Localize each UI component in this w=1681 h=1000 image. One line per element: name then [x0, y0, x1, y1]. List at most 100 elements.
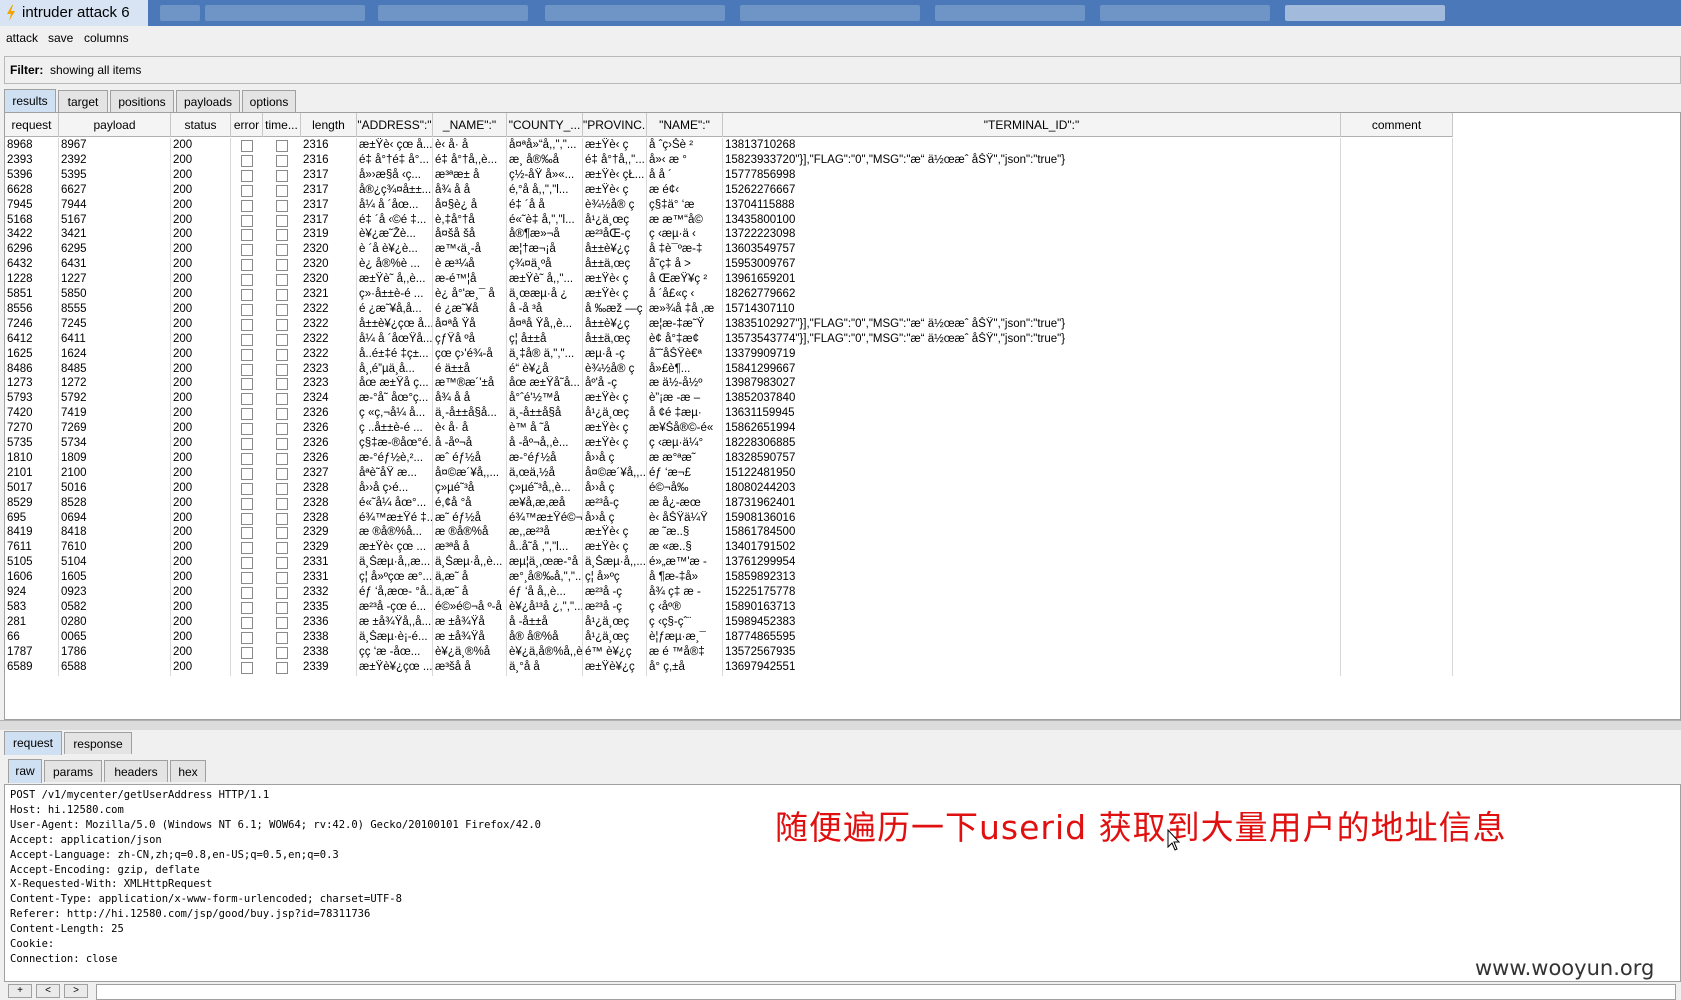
table-row[interactable]: 1625 1624 200 2322 å..é±‡é ‡ç±... çœ ç›'é¾-å ä…: [5, 346, 1560, 363]
table-row[interactable]: 6589 6588 200 2339 æ±Ÿè¥¿çœ ... æ³šå å ä¸°å åæ…: [5, 659, 1560, 676]
error-checkbox[interactable]: [241, 482, 253, 495]
timeout-checkbox[interactable]: [276, 527, 288, 540]
error-checkbox[interactable]: [241, 229, 253, 242]
table-row[interactable]: 8419 8418 200 2329 æ ®å®%å... æ ®å®%å æ,,æ²³å æ…: [5, 525, 1560, 542]
comment-cell[interactable]: [1341, 614, 1453, 631]
comment-cell[interactable]: [1341, 376, 1453, 393]
error-checkbox[interactable]: [241, 363, 253, 376]
tab-params[interactable]: params: [44, 760, 102, 782]
column-header[interactable]: payload: [59, 113, 171, 137]
error-checkbox[interactable]: [241, 140, 253, 152]
timeout-checkbox[interactable]: [276, 601, 288, 614]
error-checkbox[interactable]: [241, 601, 253, 614]
comment-cell[interactable]: [1341, 555, 1453, 572]
comment-cell[interactable]: [1341, 495, 1453, 512]
timeout-checkbox[interactable]: [276, 542, 288, 555]
comment-cell[interactable]: [1341, 316, 1453, 333]
timeout-checkbox[interactable]: [276, 557, 288, 570]
table-row[interactable]: 5735 5734 200 2326 ç§‡æ-®åœ°é... å -åº¬å å -åº…: [5, 436, 1560, 452]
error-checkbox[interactable]: [241, 393, 253, 406]
previous-button[interactable]: <: [36, 984, 60, 998]
table-row[interactable]: 5396 5395 200 2317 å»›æ§å ‹ç... æ³ªæ± å ç½-å­Ÿ…: [5, 167, 1560, 184]
error-checkbox[interactable]: [241, 348, 253, 361]
timeout-checkbox[interactable]: [276, 497, 288, 510]
column-header[interactable]: error: [231, 113, 263, 137]
tab-target[interactable]: target: [58, 90, 108, 112]
comment-cell[interactable]: [1341, 197, 1453, 214]
error-checkbox[interactable]: [241, 661, 253, 674]
comment-cell[interactable]: [1341, 331, 1453, 348]
table-row[interactable]: 6432 6431 200 2320 è¿ å®%è ... è æ³¼å ç¾¤ä¸ºå å…: [5, 257, 1560, 274]
error-checkbox[interactable]: [241, 184, 253, 197]
timeout-checkbox[interactable]: [276, 259, 288, 272]
comment-cell[interactable]: [1341, 585, 1453, 601]
column-header[interactable]: "NAME":": [647, 113, 723, 137]
tab-results[interactable]: results: [4, 89, 56, 113]
table-row[interactable]: 6628 6627 200 2317 å®¿ç¾¤å±±... å¾ å å é‚°å å,…: [5, 182, 1560, 199]
error-checkbox[interactable]: [241, 631, 253, 644]
table-row[interactable]: 583 0582 200 2335 æ²³å -çœ é... é©»é©¬å º-å è¥…: [5, 599, 1560, 616]
add-button[interactable]: +: [8, 984, 32, 998]
next-button[interactable]: >: [64, 984, 88, 998]
table-row[interactable]: 7420 7419 200 2326 ç «ç,¬å¼ å... ä¸-å±±å§å...…: [5, 406, 1560, 423]
table-row[interactable]: 1228 1227 200 2320 æ±Ÿè˜ å,,è... æ-é™¦å æ±Ÿè˜ …: [5, 272, 1560, 289]
timeout-checkbox[interactable]: [276, 423, 288, 436]
timeout-checkbox[interactable]: [276, 616, 288, 629]
comment-cell[interactable]: [1341, 599, 1453, 616]
table-row[interactable]: 1606 1605 200 2331 ç¦ å»ºçœ æ°... ä,æ˜ å æ°¸å®…: [5, 570, 1560, 587]
table-row[interactable]: 8486 8485 200 2323 å¸‚é”µä¸å... é ä±±å é“ è¥¿å…: [5, 361, 1560, 378]
comment-cell[interactable]: [1341, 346, 1453, 363]
error-checkbox[interactable]: [241, 259, 253, 272]
tab-raw[interactable]: raw: [8, 759, 42, 783]
comment-cell[interactable]: [1341, 480, 1453, 497]
search-input[interactable]: [96, 984, 1676, 1000]
menu-save[interactable]: save: [48, 31, 73, 45]
column-header[interactable]: time...: [263, 113, 301, 137]
error-checkbox[interactable]: [241, 587, 253, 599]
error-checkbox[interactable]: [241, 497, 253, 510]
error-checkbox[interactable]: [241, 303, 253, 316]
comment-cell[interactable]: [1341, 465, 1453, 482]
error-checkbox[interactable]: [241, 169, 253, 182]
column-header[interactable]: "PROVINC...: [583, 113, 647, 137]
error-checkbox[interactable]: [241, 527, 253, 540]
tab-hex[interactable]: hex: [170, 760, 206, 782]
comment-cell[interactable]: [1341, 525, 1453, 542]
table-row[interactable]: 2101 2100 200 2327 åªè˜åŸ æ... å¤©æ´¥å,,... ä,…: [5, 465, 1560, 482]
tab-positions[interactable]: positions: [110, 90, 174, 112]
comment-cell[interactable]: [1341, 421, 1453, 438]
error-checkbox[interactable]: [241, 289, 253, 301]
comment-cell[interactable]: [1341, 167, 1453, 184]
timeout-checkbox[interactable]: [276, 214, 288, 227]
tab-headers[interactable]: headers: [104, 760, 168, 782]
timeout-checkbox[interactable]: [276, 303, 288, 316]
timeout-checkbox[interactable]: [276, 438, 288, 450]
table-row[interactable]: 6412 6411 200 2322 å¼ å ´åœŸå... çƒŸå ºå ç¦ å±…: [5, 331, 1560, 348]
timeout-checkbox[interactable]: [276, 274, 288, 287]
table-row[interactable]: 66 0065 200 2338 ä¸Šæµ·è¡-é... æ ±å¾Ÿå å® å®%å…: [5, 629, 1560, 646]
tab-payloads[interactable]: payloads: [176, 90, 240, 112]
timeout-checkbox[interactable]: [276, 348, 288, 361]
comment-cell[interactable]: [1341, 287, 1453, 303]
error-checkbox[interactable]: [241, 214, 253, 227]
table-row[interactable]: 5017 5016 200 2328 å››å ç›é... ç»µé˜³å ç»µé˜³å…: [5, 480, 1560, 497]
tab-options[interactable]: options: [242, 90, 296, 112]
filter-bar[interactable]: Filter: showing all items: [4, 56, 1681, 84]
timeout-checkbox[interactable]: [276, 184, 288, 197]
table-row[interactable]: 924 0923 200 2332 éƒ ‘å,æœ- °å... ä,æ˜ å éƒ ‘å…: [5, 585, 1560, 601]
comment-cell[interactable]: [1341, 629, 1453, 646]
comment-cell[interactable]: [1341, 227, 1453, 244]
table-row[interactable]: 5793 5792 200 2324 æ-°å˜ åœ°ç... å¾ å å å°ˆé'½…: [5, 391, 1560, 408]
table-row[interactable]: 1810 1809 200 2326 æ-°éƒ½è,²... æˆ éƒ½å æ-°éƒ½…: [5, 450, 1560, 467]
comment-cell[interactable]: [1341, 659, 1453, 676]
timeout-checkbox[interactable]: [276, 244, 288, 257]
tab-request[interactable]: request: [4, 731, 62, 755]
table-row[interactable]: 695 0694 200 2328 é¾™æ±Ÿé ‡... æ˜ éƒ½å é¾™æ±Ÿé…: [5, 510, 1560, 527]
timeout-checkbox[interactable]: [276, 452, 288, 465]
column-header[interactable]: status: [171, 113, 231, 137]
comment-cell[interactable]: [1341, 152, 1453, 169]
timeout-checkbox[interactable]: [276, 467, 288, 480]
table-row[interactable]: 1787 1786 200 2338 çç ‘æ -åœ... è¥¿ä¸®%å è¥¿ä,…: [5, 644, 1560, 661]
timeout-checkbox[interactable]: [276, 229, 288, 242]
timeout-checkbox[interactable]: [276, 646, 288, 659]
